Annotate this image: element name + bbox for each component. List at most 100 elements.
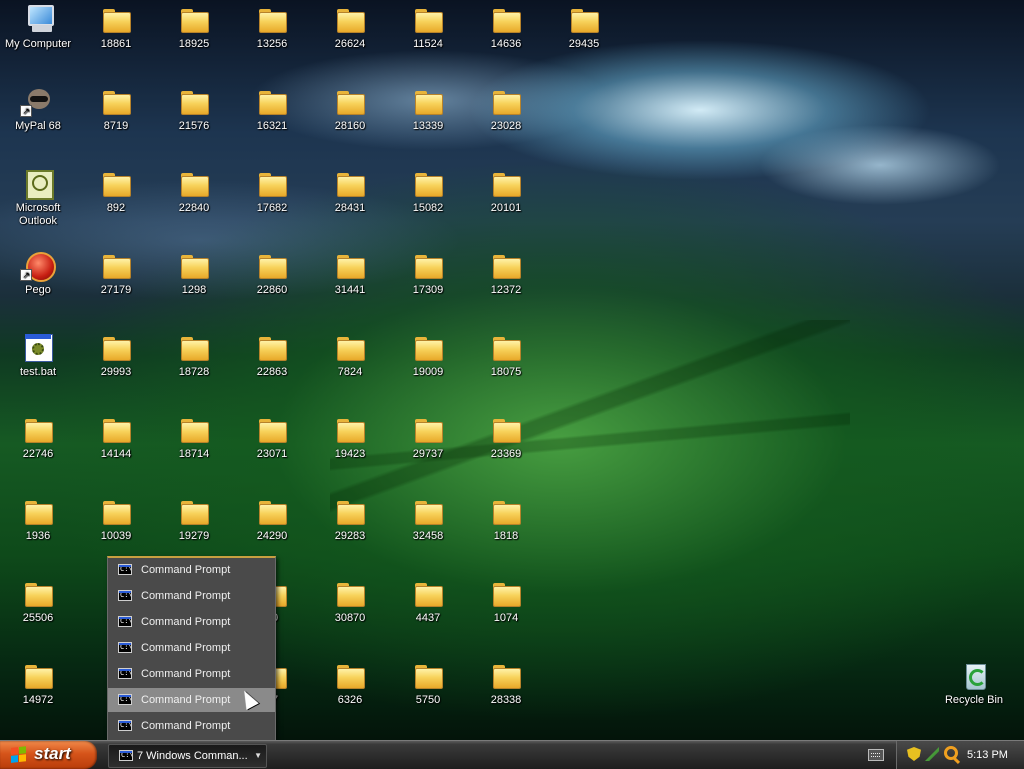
folder-icon-item[interactable]: 13256: [234, 3, 310, 51]
folder-icon-item[interactable]: 22840: [156, 167, 232, 215]
folder-icon-item[interactable]: 6326: [312, 659, 388, 707]
folder-icon-item[interactable]: 1936: [0, 495, 76, 543]
folder-icon-item[interactable]: 19279: [156, 495, 232, 543]
folder-icon-item[interactable]: 15082: [390, 167, 466, 215]
folder-icon-item[interactable]: 27179: [78, 249, 154, 297]
folder-icon-item[interactable]: 14144: [78, 413, 154, 461]
test-bat-icon-item[interactable]: test.bat: [0, 331, 76, 379]
folder-icon-item[interactable]: 31441: [312, 249, 388, 297]
folder-icon-item[interactable]: 14972: [0, 659, 76, 707]
folder-label: 22840: [178, 202, 210, 214]
folder-icon: [178, 413, 210, 445]
folder-icon-item[interactable]: 18925: [156, 3, 232, 51]
folder-icon-item[interactable]: 28160: [312, 85, 388, 133]
menu-item-command-prompt-3[interactable]: C:\ Command Prompt: [108, 610, 275, 634]
folder-icon-item[interactable]: 22863: [234, 331, 310, 379]
folder-icon-item[interactable]: 26624: [312, 3, 388, 51]
folder-label: 29435: [568, 38, 600, 50]
folder-icon: [256, 85, 288, 117]
folder-icon-item[interactable]: 28431: [312, 167, 388, 215]
mypal-68-icon-item[interactable]: MyPal 68: [0, 85, 76, 133]
desktop-icon-label: test.bat: [19, 366, 57, 378]
folder-icon-item[interactable]: 7824: [312, 331, 388, 379]
start-button[interactable]: start: [0, 741, 97, 769]
folder-icon-item[interactable]: 18861: [78, 3, 154, 51]
folder-icon-item[interactable]: 29283: [312, 495, 388, 543]
folder-icon-item[interactable]: 19423: [312, 413, 388, 461]
folder-icon-item[interactable]: 21576: [156, 85, 232, 133]
folder-icon-item[interactable]: 1074: [468, 577, 544, 625]
folder-icon-item[interactable]: 5750: [390, 659, 466, 707]
folder-icon: [412, 495, 444, 527]
folder-label: 29283: [334, 530, 366, 542]
folder-label: 19423: [334, 448, 366, 460]
folder-icon: [22, 413, 54, 445]
folder-icon-item[interactable]: 32458: [390, 495, 466, 543]
folder-icon-item[interactable]: 17309: [390, 249, 466, 297]
folder-icon-item[interactable]: 18728: [156, 331, 232, 379]
folder-icon-item[interactable]: 23071: [234, 413, 310, 461]
folder-icon-item[interactable]: 1298: [156, 249, 232, 297]
folder-icon-item[interactable]: 24290: [234, 495, 310, 543]
folder-label: 24290: [256, 530, 288, 542]
folder-icon: [490, 659, 522, 691]
folder-icon-item[interactable]: 23028: [468, 85, 544, 133]
folder-icon-item[interactable]: 22746: [0, 413, 76, 461]
menu-item-command-prompt-7[interactable]: C:\ Command Prompt: [108, 714, 275, 738]
folder-icon-item[interactable]: 8719: [78, 85, 154, 133]
menu-item-command-prompt-4[interactable]: C:\ Command Prompt: [108, 636, 275, 660]
folder-icon-item[interactable]: 29737: [390, 413, 466, 461]
folder-icon-item[interactable]: 30870: [312, 577, 388, 625]
folder-label: 1298: [181, 284, 207, 296]
folder-icon-item[interactable]: 29435: [546, 3, 622, 51]
folder-label: 30870: [334, 612, 366, 624]
folder-icon-item[interactable]: 10039: [78, 495, 154, 543]
folder-label: 18925: [178, 38, 210, 50]
folder-icon-item[interactable]: 19009: [390, 331, 466, 379]
folder-icon-item[interactable]: 11524: [390, 3, 466, 51]
folder-label: 29993: [100, 366, 132, 378]
folder-icon-item[interactable]: 13339: [390, 85, 466, 133]
menu-item-command-prompt-2[interactable]: C:\ Command Prompt: [108, 584, 275, 608]
folder-icon-item[interactable]: 28338: [468, 659, 544, 707]
folder-icon-item[interactable]: 17682: [234, 167, 310, 215]
folder-icon: [490, 577, 522, 609]
folder-icon-item[interactable]: 16321: [234, 85, 310, 133]
folder-label: 28431: [334, 202, 366, 214]
folder-icon-item[interactable]: 892: [78, 167, 154, 215]
folder-label: 5750: [415, 694, 441, 706]
system-tray: 5:13 PM: [896, 741, 1024, 769]
folder-icon-item[interactable]: 14636: [468, 3, 544, 51]
my-computer-icon-item[interactable]: My Computer: [0, 3, 76, 51]
folder-icon-item[interactable]: 18075: [468, 331, 544, 379]
security-shield-icon[interactable]: [907, 747, 921, 761]
folder-icon: [490, 413, 522, 445]
folder-label: 11524: [413, 38, 443, 50]
menu-item-label: Command Prompt: [141, 668, 231, 680]
folder-icon-item[interactable]: 12372: [468, 249, 544, 297]
network-icon[interactable]: [925, 747, 939, 761]
folder-icon: [334, 659, 366, 691]
keyboard-icon[interactable]: [868, 749, 884, 761]
folder-icon-item[interactable]: 22860: [234, 249, 310, 297]
folder-icon-item[interactable]: 1818: [468, 495, 544, 543]
folder-icon-item[interactable]: 18714: [156, 413, 232, 461]
search-icon[interactable]: [944, 746, 958, 760]
folder-label: 18075: [490, 366, 522, 378]
pego-icon-item[interactable]: Pego: [0, 249, 76, 297]
taskbar-group-command-prompt[interactable]: C:\ 7 Windows Comman... ▼: [108, 744, 267, 768]
taskbar-group-menu: C:\ Command Prompt C:\ Command Prompt C:…: [107, 556, 276, 741]
clock[interactable]: 5:13 PM: [967, 741, 1008, 769]
menu-item-command-prompt-1[interactable]: C:\ Command Prompt: [108, 558, 275, 582]
folder-icon: [256, 495, 288, 527]
folder-icon-item[interactable]: 20101: [468, 167, 544, 215]
folder-icon-item[interactable]: 29993: [78, 331, 154, 379]
folder-icon-item[interactable]: 4437: [390, 577, 466, 625]
recycle-bin-icon-item[interactable]: Recycle Bin: [936, 659, 1012, 707]
folder-icon: [334, 413, 366, 445]
microsoft-outlook-icon-item[interactable]: Microsoft Outlook: [0, 167, 76, 228]
folder-icon-item[interactable]: 23369: [468, 413, 544, 461]
folder-icon-item[interactable]: 25506: [0, 577, 76, 625]
command-prompt-icon: C:\: [118, 642, 132, 653]
menu-item-command-prompt-5[interactable]: C:\ Command Prompt: [108, 662, 275, 686]
